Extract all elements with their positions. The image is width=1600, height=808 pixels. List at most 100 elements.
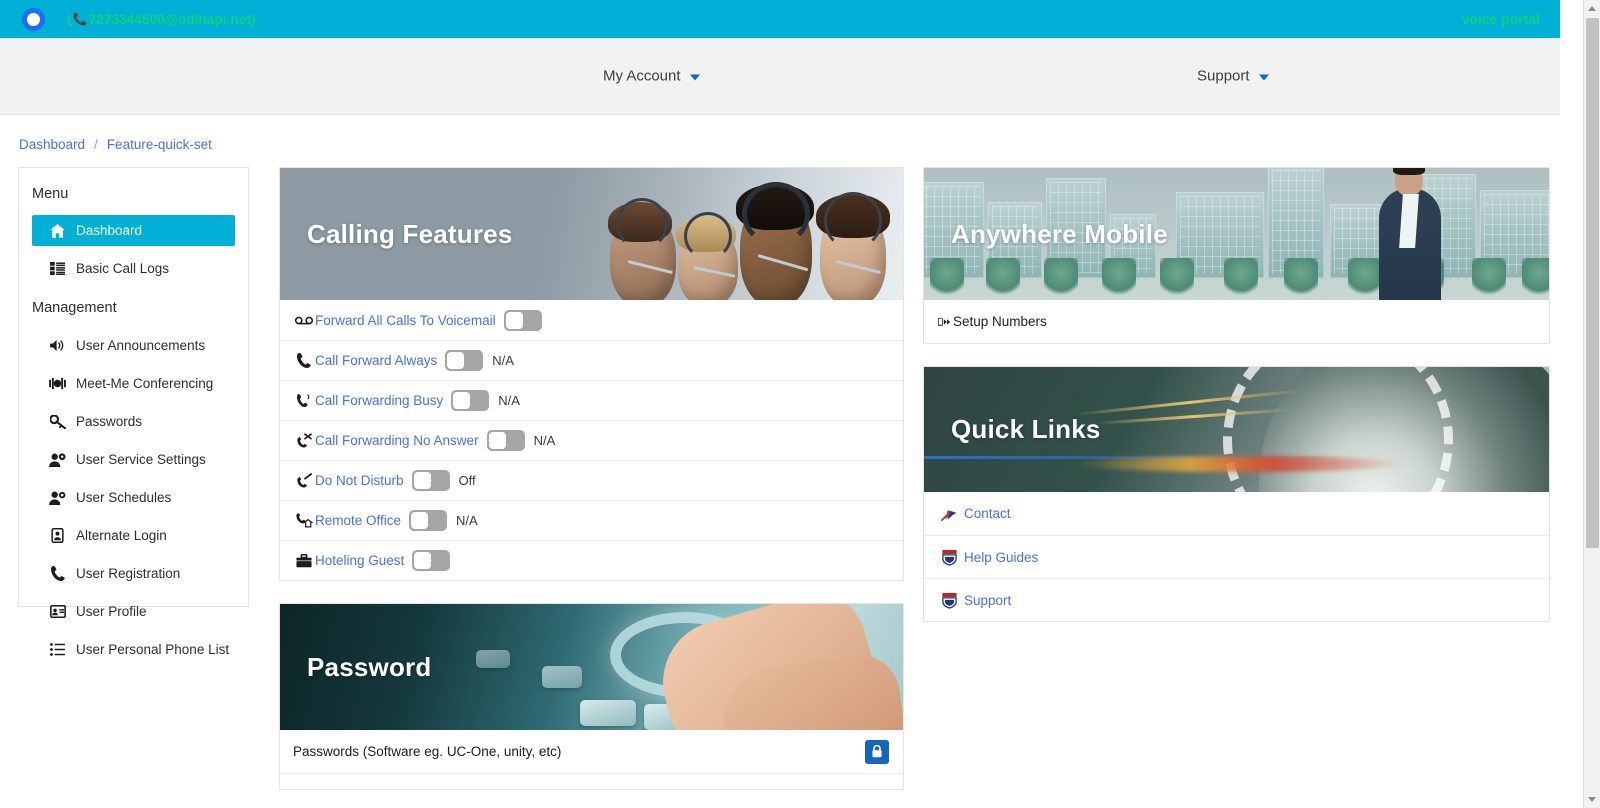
- feature-toggle-call-forward-always[interactable]: [445, 350, 484, 371]
- scroll-up-icon[interactable]: [1584, 0, 1600, 17]
- phone-icon: [49, 566, 66, 581]
- anywhere-setup-numbers-label[interactable]: Setup Numbers: [953, 314, 1047, 329]
- sidebar-item-user-announcements-label: User Announcements: [76, 338, 206, 353]
- quick-links-card: Quick Links Contact Help Guides Support: [923, 366, 1550, 622]
- quick-link-label-support[interactable]: Support: [964, 593, 1011, 608]
- left-column: Calling Features Forward All Calls To Vo…: [279, 167, 904, 808]
- breadcrumb: Dashboard / Feature-quick-set: [0, 115, 1600, 152]
- breadcrumb-current[interactable]: Feature-quick-set: [107, 137, 212, 152]
- feature-label-forward-all-voicemail[interactable]: Forward All Calls To Voicemail: [315, 313, 496, 328]
- nav-support[interactable]: Support: [1197, 68, 1269, 85]
- circle-logo-icon[interactable]: [22, 7, 45, 31]
- quick-links-rows: Contact Help Guides Support: [924, 492, 1549, 621]
- sidebar-item-user-profile-label: User Profile: [76, 604, 147, 619]
- remote-office-icon: [293, 513, 315, 528]
- feature-label-do-not-disturb[interactable]: Do Not Disturb: [315, 473, 404, 488]
- shield-crest-icon: [938, 549, 960, 566]
- feature-label-hoteling-guest[interactable]: Hoteling Guest: [315, 553, 404, 568]
- phone-slash-icon: [293, 473, 315, 488]
- main-nav: My Account Support: [0, 38, 1560, 115]
- anywhere-mobile-title: Anywhere Mobile: [951, 218, 1168, 249]
- speaker-icon: [49, 339, 66, 352]
- password-card: Password Passwords (Software eg. UC-One,…: [279, 603, 904, 790]
- breadcrumb-separator: /: [94, 137, 98, 152]
- conference-icon: [49, 377, 66, 390]
- feature-value-call-forwarding-busy: N/A: [498, 393, 520, 408]
- feature-row-call-forwarding-no-answer: Call Forwarding No Answer N/A: [280, 420, 903, 460]
- sidebar-item-user-announcements[interactable]: User Announcements: [32, 330, 235, 361]
- sidebar-item-user-schedules-label: User Schedules: [76, 490, 172, 505]
- anywhere-mobile-card: Anywhere Mobile Setup Numbers: [923, 167, 1550, 344]
- anywhere-mobile-rows: Setup Numbers: [924, 300, 1549, 343]
- sidebar-item-dashboard[interactable]: Dashboard: [32, 215, 235, 246]
- sidebar-item-meet-me-conferencing-label: Meet-Me Conferencing: [76, 376, 214, 391]
- sidebar-item-basic-call-logs[interactable]: Basic Call Logs: [32, 253, 235, 284]
- top-bar: ( 📞 7273344500@odinapi.net) voice portal: [0, 0, 1560, 38]
- breadcrumb-dashboard[interactable]: Dashboard: [19, 137, 85, 152]
- quick-link-row-help-guides: Help Guides: [924, 535, 1549, 578]
- scroll-down-icon[interactable]: [1584, 791, 1600, 808]
- sidebar-item-alternate-login[interactable]: Alternate Login: [32, 520, 235, 551]
- nav-my-account[interactable]: My Account: [603, 68, 700, 85]
- feature-toggle-hoteling-guest[interactable]: [412, 550, 451, 571]
- id-badge-icon: [49, 528, 66, 543]
- phone-missed-icon: [293, 433, 315, 448]
- chevron-down-icon: [1258, 74, 1269, 80]
- feature-row-hoteling-guest: Hoteling Guest: [280, 540, 903, 580]
- sidebar-item-user-registration-label: User Registration: [76, 566, 181, 581]
- sidebar-item-passwords[interactable]: Passwords: [32, 406, 235, 437]
- feature-row-call-forwarding-busy: Call Forwarding Busy N/A: [280, 380, 903, 420]
- feature-toggle-remote-office[interactable]: [409, 510, 448, 531]
- feature-toggle-do-not-disturb[interactable]: [411, 470, 450, 491]
- sidebar-item-user-personal-phone-list[interactable]: User Personal Phone List: [32, 634, 235, 665]
- sidebar-item-user-registration[interactable]: User Registration: [32, 558, 235, 589]
- voicemail-icon: [293, 316, 315, 325]
- sidebar-item-dashboard-label: Dashboard: [76, 223, 143, 238]
- quick-link-row-contact: Contact: [924, 492, 1549, 535]
- page-content: Menu Dashboard Basic Call Logs Managemen…: [0, 152, 1600, 808]
- sidebar: Menu Dashboard Basic Call Logs Managemen…: [18, 167, 249, 657]
- home-icon: [49, 223, 66, 238]
- quick-link-label-help-guides[interactable]: Help Guides: [964, 550, 1038, 565]
- calling-features-title: Calling Features: [307, 218, 513, 249]
- anywhere-setup-numbers-row[interactable]: Setup Numbers: [924, 300, 1549, 343]
- page-scrollbar[interactable]: [1583, 0, 1600, 808]
- feature-label-call-forward-always[interactable]: Call Forward Always: [315, 353, 437, 368]
- feature-value-call-forward-always: N/A: [492, 353, 514, 368]
- list-icon: [49, 643, 66, 656]
- feature-label-call-forwarding-busy[interactable]: Call Forwarding Busy: [315, 393, 443, 408]
- feature-toggle-forward-all-voicemail[interactable]: [503, 309, 542, 331]
- feature-label-remote-office[interactable]: Remote Office: [315, 513, 401, 528]
- sidebar-item-user-profile[interactable]: User Profile: [32, 596, 235, 627]
- feature-toggle-call-forwarding-busy[interactable]: [451, 390, 490, 411]
- sidebar-management-heading: Management: [32, 300, 117, 316]
- contact-crest-icon: [938, 505, 960, 522]
- lock-icon[interactable]: [865, 739, 889, 764]
- feature-label-call-forwarding-no-answer[interactable]: Call Forwarding No Answer: [315, 433, 479, 448]
- sidebar-item-user-personal-phone-list-label: User Personal Phone List: [76, 642, 230, 657]
- password-row-label: Passwords (Software eg. UC-One, unity, e…: [293, 744, 562, 759]
- calling-features-card: Calling Features Forward All Calls To Vo…: [279, 167, 904, 581]
- password-banner: Password: [280, 604, 903, 730]
- user-clock-icon: [49, 491, 66, 505]
- scrollbar-thumb[interactable]: [1586, 18, 1599, 548]
- sidebar-item-basic-call-logs-label: Basic Call Logs: [76, 261, 170, 276]
- right-column: Anywhere Mobile Setup Numbers Quick Link…: [923, 167, 1550, 808]
- feature-row-remote-office: Remote Office N/A: [280, 500, 903, 540]
- nav-my-account-label: My Account: [603, 67, 681, 85]
- password-row-partial: [280, 773, 903, 789]
- user-gear-icon: [49, 452, 66, 467]
- mobile-forward-icon: [938, 315, 952, 329]
- sidebar-item-meet-me-conferencing[interactable]: Meet-Me Conferencing: [32, 368, 235, 399]
- phone-busy-icon: [293, 393, 315, 408]
- feature-row-do-not-disturb: Do Not Disturb Off: [280, 460, 903, 500]
- feature-toggle-call-forwarding-no-answer[interactable]: [486, 430, 525, 451]
- quick-link-label-contact[interactable]: Contact: [964, 506, 1011, 521]
- quick-links-banner: Quick Links: [924, 367, 1549, 492]
- sidebar-item-user-schedules[interactable]: User Schedules: [32, 482, 235, 513]
- sidebar-item-user-service-settings[interactable]: User Service Settings: [32, 444, 235, 475]
- feature-value-remote-office: N/A: [456, 513, 478, 528]
- sidebar-item-alternate-login-label: Alternate Login: [76, 528, 167, 543]
- nav-support-label: Support: [1197, 67, 1250, 85]
- feature-row-forward-all-voicemail: Forward All Calls To Voicemail: [280, 300, 903, 340]
